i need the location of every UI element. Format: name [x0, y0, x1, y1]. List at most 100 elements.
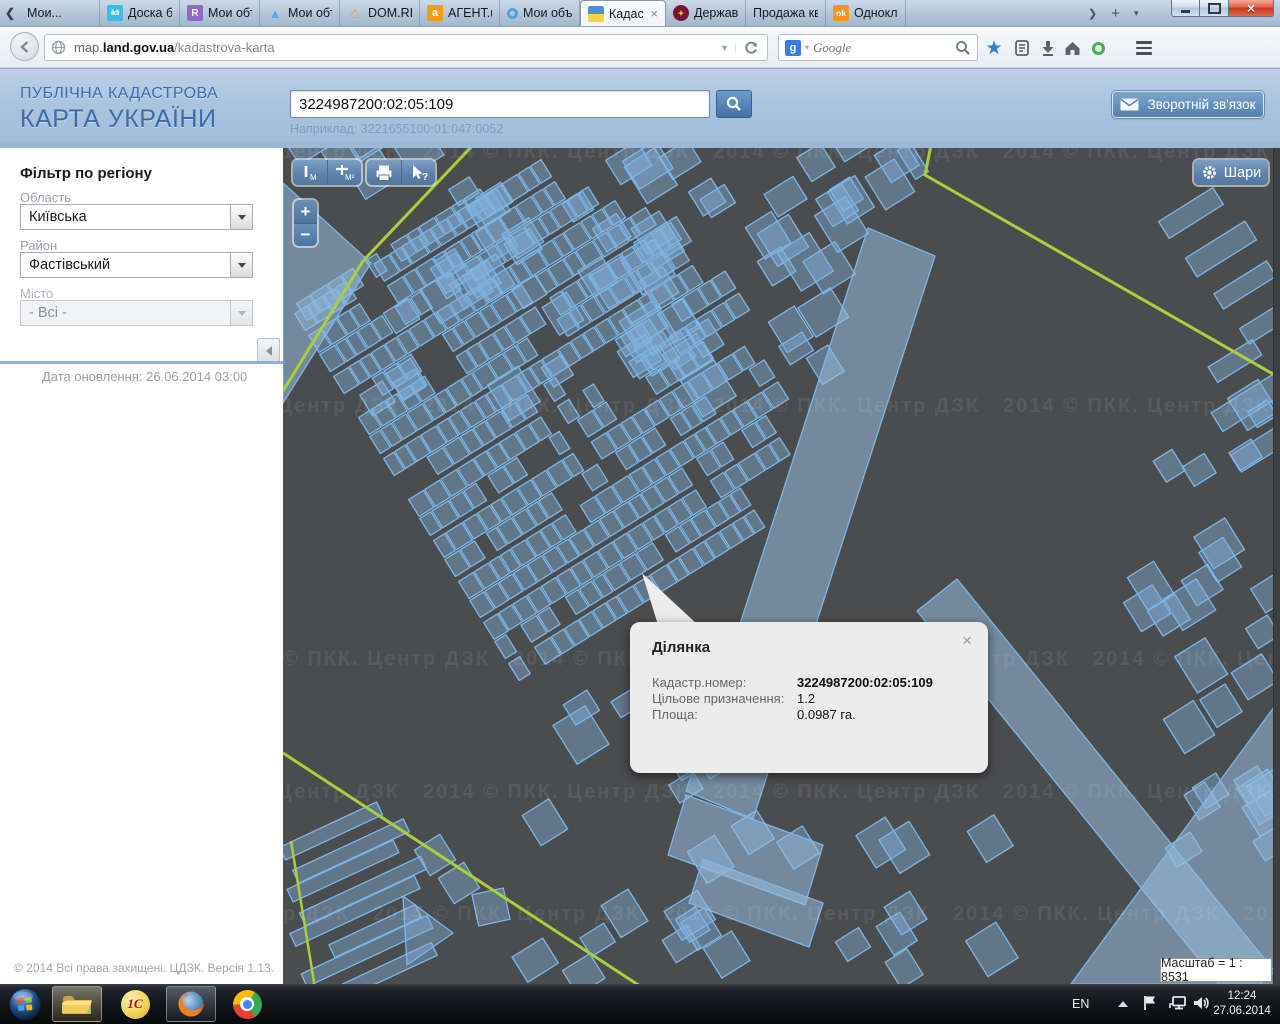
search-hint: Наприклад: 3221655100:01:047:0052: [290, 122, 503, 136]
r-favicon: [187, 5, 203, 21]
browser-search-input[interactable]: [813, 40, 951, 56]
svg-text:2014 © ПКК. Центр ДЗК: 2014 © ПКК. Центр ДЗК: [663, 903, 930, 925]
svg-text:M: M: [310, 173, 317, 182]
home-icon[interactable]: [1060, 36, 1084, 60]
zoom-in-button[interactable]: +: [294, 200, 317, 223]
gear-icon: [1201, 164, 1218, 181]
svg-text:2014 © ПКК. Центр ДЗК: 2014 © ПКК. Центр ДЗК: [1003, 781, 1270, 803]
sidebar-divider: [0, 361, 283, 364]
print-button[interactable]: [367, 160, 401, 185]
envelope-icon: [1120, 98, 1139, 111]
svg-text:2014 © ПКК. Центр ДЗК: 2014 © ПКК. Центр ДЗК: [953, 903, 1220, 925]
start-button[interactable]: [6, 986, 44, 1022]
district-select[interactable]: Фастівський: [20, 252, 253, 278]
district-label: Район: [20, 238, 57, 253]
tab-scroll-left-icon[interactable]: ❮: [0, 0, 20, 26]
popup-title: Ділянка: [652, 639, 710, 656]
ukraine-flag-favicon: [588, 6, 604, 22]
browser-search-box[interactable]: ▾: [778, 34, 978, 61]
search-engine-caret-icon[interactable]: ▾: [805, 43, 809, 52]
arrow-favicon: [267, 5, 283, 21]
tab-scroll-right-icon[interactable]: ❯: [1088, 7, 1097, 20]
magnifier-icon: [725, 95, 743, 113]
browser-nav-bar: map.land.gov.ua/kadastrova-karta ▼ ▾ ★: [0, 27, 1280, 68]
action-center-flag-icon[interactable]: [1142, 994, 1158, 1017]
google-icon[interactable]: [785, 40, 801, 56]
tab-5[interactable]: АГЕНТ.u...: [420, 0, 500, 26]
measure-length-button[interactable]: M: [293, 160, 327, 185]
sidebar-collapse-button[interactable]: [257, 338, 280, 363]
popup-close-icon[interactable]: ×: [962, 631, 972, 651]
tab-active-cadastral[interactable]: Кадас...×: [580, 0, 666, 26]
svg-text:2014 © ПКК. Центр ДЗК: 2014 © ПКК. Центр ДЗК: [713, 395, 980, 417]
tab-2[interactable]: Мои объ...: [180, 0, 260, 26]
list-tabs-icon[interactable]: ▾: [1134, 8, 1139, 19]
network-icon[interactable]: [1168, 994, 1188, 1017]
map-canvas[interactable]: 2014 © ПКК. Центр ДЗК 2014 © ПКК. Центр Д…: [283, 143, 1273, 984]
tab-9[interactable]: Продажа ква...: [746, 0, 826, 26]
svg-text:2014 © ПКК. Центр ДЗК: 2014 © ПКК. Центр ДЗК: [1003, 395, 1270, 417]
ildi-favicon: [107, 5, 123, 21]
back-arrow-icon: [17, 39, 33, 55]
popup-row-cadastral-number: Кадастр.номер:3224987200:02:05:109: [652, 675, 972, 691]
svg-text:М²: М²: [345, 173, 355, 182]
bookmarks-panel-icon[interactable]: [1010, 36, 1034, 60]
tab-10[interactable]: Однокла...: [826, 0, 906, 26]
tab-8[interactable]: Державн...: [666, 0, 746, 26]
close-button[interactable]: [1228, 0, 1274, 17]
clock[interactable]: 12:24 27.06.2014: [1210, 989, 1274, 1019]
tab-3[interactable]: Мои объ...: [260, 0, 340, 26]
data-updated-text: Дата оновлення: 26.06.2014 03:00: [42, 369, 247, 384]
region-select[interactable]: Київська: [20, 204, 253, 230]
menu-hamburger-icon[interactable]: [1132, 36, 1156, 60]
date-text: 27.06.2014: [1210, 1004, 1274, 1019]
chevron-down-icon[interactable]: [230, 253, 252, 277]
tab-close-icon[interactable]: ×: [650, 6, 658, 21]
maximize-button[interactable]: [1200, 0, 1228, 17]
map-scrollbar[interactable]: [1273, 143, 1280, 984]
minimize-button[interactable]: [1171, 0, 1200, 17]
tab-1[interactable]: Доска бе...: [100, 0, 180, 26]
svg-text:2014 © ПКК. Центр ДЗК: 2014 © ПКК. Центр ДЗК: [373, 903, 640, 925]
identify-help-button[interactable]: ?: [401, 160, 435, 185]
zoom-out-button[interactable]: −: [294, 223, 317, 246]
volume-icon[interactable]: [1192, 994, 1210, 1017]
url-bar[interactable]: map.land.gov.ua/kadastrova-karta ▼: [44, 34, 768, 61]
tab-0[interactable]: Мои...: [20, 0, 100, 26]
url-text: map.land.gov.ua/kadastrova-karta: [74, 40, 714, 55]
search-magnifier-icon[interactable]: [955, 40, 971, 56]
taskbar-chrome[interactable]: [222, 986, 272, 1022]
taskbar-explorer[interactable]: [52, 986, 102, 1022]
windows-taskbar: EN 12:24 27.06.2014: [0, 984, 1280, 1024]
tab-4[interactable]: DOM.RIA...: [340, 0, 420, 26]
cadastral-map[interactable]: 2014 © ПКК. Центр ДЗК 2014 © ПКК. Центр Д…: [283, 143, 1273, 984]
hidden-icons-chevron-icon[interactable]: [1118, 1001, 1128, 1007]
site-logo: ПУБЛІЧНА КАДАСТРОВА КАРТА УКРАЇНИ: [20, 85, 218, 134]
emblem-favicon: [673, 5, 689, 21]
svg-text:2014 © ПКК. Центр ДЗК: 2014 © ПКК. Центр ДЗК: [423, 781, 690, 803]
city-select: - Всі -: [20, 300, 253, 326]
taskbar-1c[interactable]: [110, 986, 160, 1022]
new-tab-button[interactable]: +: [1111, 5, 1120, 22]
addon-ring-icon[interactable]: [1086, 36, 1110, 60]
print-help-toolbar: ?: [365, 158, 437, 187]
url-dropdown-icon[interactable]: ▼: [714, 43, 736, 53]
svg-text:2014 © ПКК. Центр ДЗК: 2014 © ПКК. Центр ДЗК: [1093, 648, 1273, 670]
time-text: 12:24: [1210, 989, 1274, 1004]
back-button[interactable]: [10, 32, 39, 61]
measure-area-button[interactable]: М²: [327, 160, 361, 185]
chevron-down-icon[interactable]: [230, 205, 252, 229]
cadastral-search-button[interactable]: [716, 90, 752, 118]
layers-button[interactable]: Шари: [1194, 160, 1268, 185]
language-indicator[interactable]: EN: [1072, 997, 1089, 1011]
downloads-icon[interactable]: [1036, 36, 1060, 60]
svg-text:2014 © ПКК. Центр ДЗК: 2014 © ПКК. Центр ДЗК: [713, 781, 980, 803]
cadastral-number-input[interactable]: [290, 90, 710, 118]
svg-text:2014 © ПКК. Центр ДЗК: 2014 © ПКК. Центр ДЗК: [283, 903, 350, 925]
site-header: ПУБЛІЧНА КАДАСТРОВА КАРТА УКРАЇНИ Наприк…: [0, 68, 1280, 143]
tab-6[interactable]: Мои объ...: [500, 0, 580, 26]
taskbar-firefox-active[interactable]: [166, 986, 216, 1022]
bookmark-star-icon[interactable]: ★: [982, 36, 1006, 60]
reload-icon[interactable]: [736, 40, 761, 56]
feedback-button[interactable]: Зворотній зв'язок: [1112, 91, 1264, 118]
